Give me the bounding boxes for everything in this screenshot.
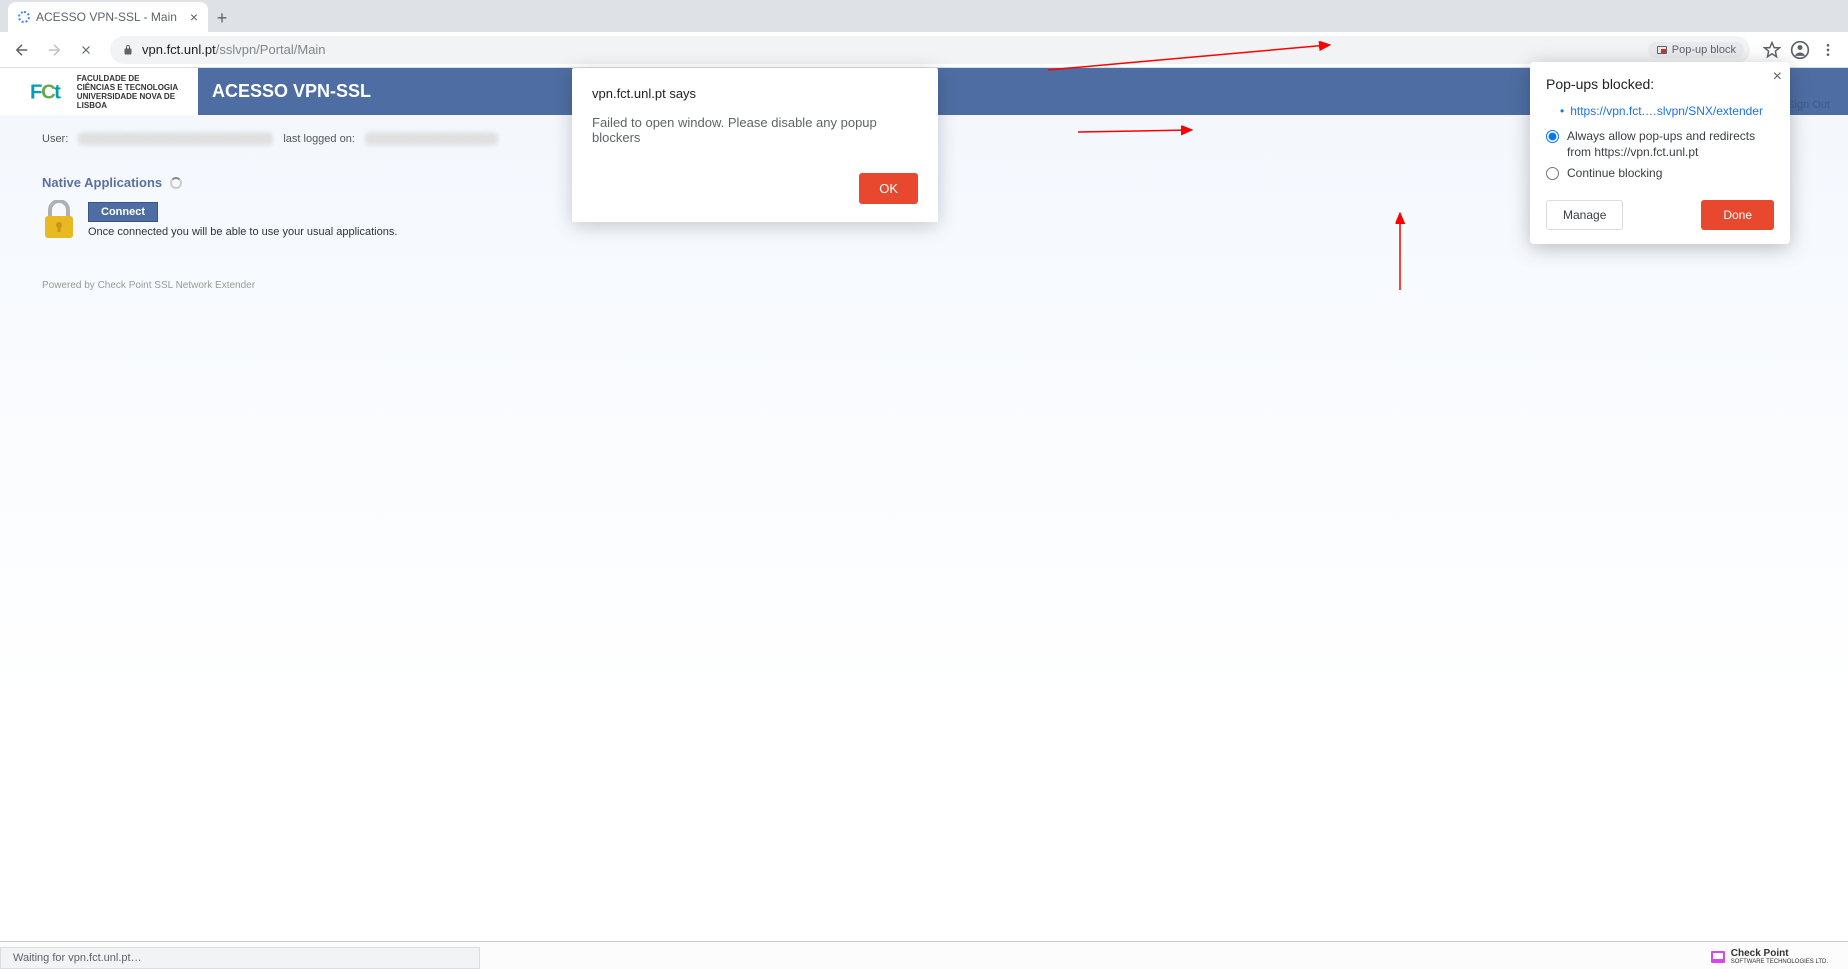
checkpoint-icon: [1709, 949, 1727, 965]
last-logged-value-redacted: ████████████████: [365, 133, 498, 145]
browser-menu-icon[interactable]: [1816, 38, 1840, 62]
checkpoint-logo: Check Point SOFTWARE TECHNOLOGIES LTD.: [1709, 948, 1828, 965]
bubble-close-icon[interactable]: ×: [1773, 68, 1782, 86]
profile-icon[interactable]: [1788, 38, 1812, 62]
close-tab-icon[interactable]: ×: [190, 9, 198, 25]
logo-line2: CIÊNCIAS E TECNOLOGIA: [77, 83, 198, 92]
powered-by-text: Powered by Check Point SSL Network Exten…: [42, 280, 1806, 291]
browser-tab-strip: ACESSO VPN-SSL - Main × +: [0, 0, 1848, 32]
address-bar[interactable]: vpn.fct.unl.pt/sslvpn/Portal/Main Pop-up…: [110, 36, 1750, 64]
browser-status-bar: Waiting for vpn.fct.unl.pt…: [0, 947, 480, 969]
popup-blocked-chip[interactable]: Pop-up block: [1648, 42, 1744, 58]
forward-button[interactable]: [40, 36, 68, 64]
new-tab-button[interactable]: +: [208, 4, 236, 32]
bookmark-star-icon[interactable]: [1760, 38, 1784, 62]
allow-popups-option[interactable]: Always allow pop-ups and redirects from …: [1546, 128, 1774, 160]
bubble-title: Pop-ups blocked:: [1546, 76, 1774, 92]
allow-popups-radio[interactable]: [1546, 130, 1559, 143]
connect-helper: Once connected you will be able to use y…: [88, 226, 397, 238]
svg-text:t: t: [54, 81, 61, 103]
fct-logo-icon: F C t: [30, 79, 71, 105]
tab-title: ACESSO VPN-SSL - Main: [36, 10, 177, 24]
tab-favicon-icon: [18, 11, 30, 23]
allow-popups-label: Always allow pop-ups and redirects from …: [1567, 128, 1774, 160]
section-label: Native Applications: [42, 175, 162, 190]
blocked-popup-link[interactable]: https://vpn.fct.…slvpn/SNX/extender: [1560, 104, 1774, 118]
logo-line3: UNIVERSIDADE NOVA DE LISBOA: [77, 92, 198, 110]
continue-blocking-label: Continue blocking: [1567, 165, 1662, 181]
browser-tab[interactable]: ACESSO VPN-SSL - Main ×: [8, 2, 208, 32]
logo: F C t FACULDADE DE CIÊNCIAS E TECNOLOGIA…: [0, 68, 198, 115]
back-button[interactable]: [8, 36, 36, 64]
url-host: vpn.fct.unl.pt: [142, 42, 216, 57]
logo-line1: FACULDADE DE: [77, 74, 198, 83]
popup-blocked-bubble: × Pop-ups blocked: https://vpn.fct.…slvp…: [1530, 62, 1790, 244]
js-alert-dialog: vpn.fct.unl.pt says Failed to open windo…: [572, 68, 938, 222]
padlock-icon: [42, 200, 76, 240]
alert-message: Failed to open window. Please disable an…: [592, 115, 918, 145]
alert-ok-button[interactable]: OK: [859, 173, 918, 204]
user-value-redacted: ████████████████████████: [78, 133, 273, 145]
user-label: User:: [42, 133, 68, 145]
last-logged-label: last logged on:: [283, 133, 355, 145]
done-button[interactable]: Done: [1701, 200, 1774, 230]
continue-blocking-radio[interactable]: [1546, 167, 1559, 180]
stop-reload-button[interactable]: [72, 36, 100, 64]
popup-chip-label: Pop-up block: [1672, 44, 1736, 56]
signout-label: Sign Out: [1787, 99, 1830, 111]
lock-icon: [122, 44, 134, 56]
popup-blocked-icon: [1656, 44, 1668, 56]
checkpoint-sub: SOFTWARE TECHNOLOGIES LTD.: [1731, 959, 1828, 965]
checkpoint-label: Check Point: [1731, 948, 1828, 959]
loading-spinner-icon: [170, 177, 182, 189]
continue-blocking-option[interactable]: Continue blocking: [1546, 165, 1774, 181]
connect-button[interactable]: Connect: [88, 202, 158, 222]
alert-title: vpn.fct.unl.pt says: [592, 86, 918, 101]
url-path: /sslvpn/Portal/Main: [216, 42, 326, 57]
manage-button[interactable]: Manage: [1546, 200, 1623, 230]
header-title: ACESSO VPN-SSL: [198, 81, 371, 102]
